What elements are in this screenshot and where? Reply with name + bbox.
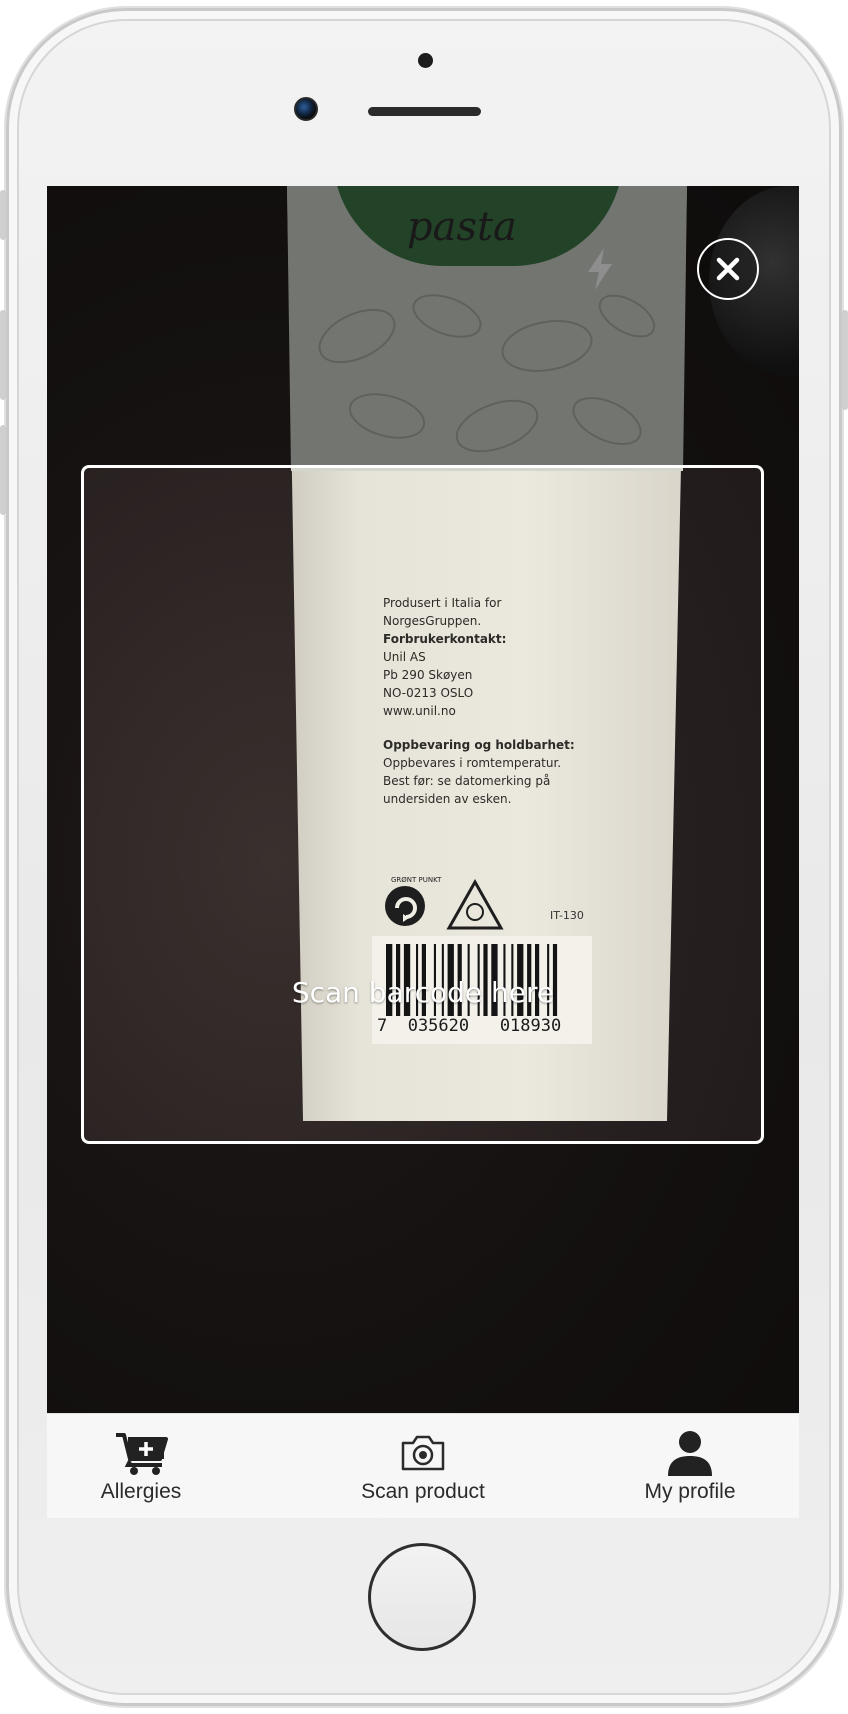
scan-hint-text: Scan barcode here (291, 976, 555, 1009)
close-x-icon (716, 257, 740, 281)
tab-allergies[interactable]: Allergies (77, 1414, 205, 1518)
mute-switch (0, 190, 6, 240)
front-camera (294, 97, 318, 121)
proximity-sensor (418, 53, 433, 68)
volume-up-button (0, 310, 6, 400)
cart-plus-icon (114, 1430, 168, 1476)
tab-my-profile[interactable]: My profile (621, 1414, 759, 1518)
flash-toggle-button[interactable] (582, 246, 618, 292)
page: pasta Produsert i Italia for NorgesGruppe… (0, 0, 848, 1714)
volume-down-button (0, 425, 6, 515)
power-button (842, 310, 848, 410)
app-screen: pasta Produsert i Italia for NorgesGruppe… (47, 186, 799, 1518)
camera-viewfinder[interactable]: pasta Produsert i Italia for NorgesGruppe… (47, 186, 799, 1413)
camera-icon (399, 1430, 447, 1476)
tab-label-allergies: Allergies (100, 1480, 182, 1503)
tab-label-my-profile: My profile (644, 1480, 736, 1503)
scan-frame (81, 465, 764, 1144)
earpiece-speaker (368, 107, 481, 116)
tab-scan-product[interactable]: Scan product (353, 1414, 493, 1518)
tab-label-scan-product: Scan product (361, 1480, 485, 1503)
person-icon (666, 1430, 714, 1476)
close-button[interactable] (697, 238, 759, 300)
lightning-bolt-icon (588, 248, 612, 290)
bottom-tab-bar: Allergies Scan product My profile (47, 1413, 799, 1518)
home-button[interactable] (368, 1543, 476, 1651)
